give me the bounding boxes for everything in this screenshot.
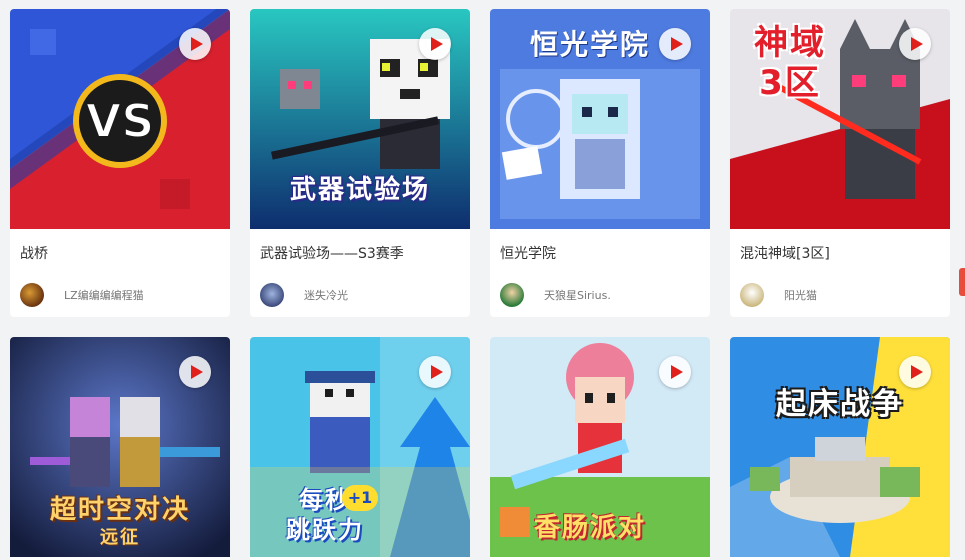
game-card-chaos-domain[interactable]: 神域 3区 混沌神域[3区] 阳光猫 [730, 9, 950, 317]
game-thumbnail[interactable]: 超时空对决 远征 [10, 337, 230, 557]
play-button[interactable] [419, 356, 451, 388]
game-card-jump-power[interactable]: 每秒 跳跃力 +1 [250, 337, 470, 560]
play-icon [671, 365, 683, 379]
play-icon [911, 37, 923, 51]
game-title[interactable]: 混沌神域[3区] [740, 243, 830, 263]
game-title[interactable]: 恒光学院 [500, 243, 556, 263]
play-button[interactable] [899, 28, 931, 60]
thumbnail-subtitle: 远征 [100, 527, 140, 548]
thumbnail-title: 武器试验场 [289, 175, 430, 205]
play-icon [431, 365, 443, 379]
author-info[interactable]: LZ编编编编程猫 [20, 283, 144, 307]
play-icon [191, 37, 203, 51]
avatar[interactable] [260, 283, 284, 307]
play-button[interactable] [659, 28, 691, 60]
author-name[interactable]: LZ编编编编程猫 [64, 287, 144, 303]
game-title[interactable]: 武器试验场——S3赛季 [260, 243, 404, 263]
avatar[interactable] [740, 283, 764, 307]
game-thumbnail[interactable]: 武器试验场 [250, 9, 470, 229]
play-icon [911, 365, 923, 379]
game-thumbnail[interactable]: 香肠派对 [490, 337, 710, 557]
svg-text:VS: VS [86, 94, 155, 148]
author-info[interactable]: 阳光猫 [740, 283, 817, 307]
avatar[interactable] [20, 283, 44, 307]
game-card-weapon-range[interactable]: 武器试验场 武器试验场——S3赛季 迷失冷光 [250, 9, 470, 317]
play-icon [671, 37, 683, 51]
author-name[interactable]: 迷失冷光 [304, 287, 348, 303]
game-card-sausage-party[interactable]: 香肠派对 [490, 337, 710, 560]
play-icon [431, 37, 443, 51]
game-thumbnail[interactable]: 恒光学院 [490, 9, 710, 229]
play-button[interactable] [659, 356, 691, 388]
author-info[interactable]: 迷失冷光 [260, 283, 348, 307]
game-thumbnail[interactable]: 起床战争 [730, 337, 950, 557]
author-info[interactable]: 天狼星Sirius. [500, 283, 611, 307]
play-icon [191, 365, 203, 379]
game-thumbnail[interactable]: VS [10, 9, 230, 229]
game-card-zhanqiao[interactable]: VS 战桥 LZ编编编编程猫 [10, 9, 230, 317]
game-thumbnail[interactable]: 每秒 跳跃力 +1 [250, 337, 470, 557]
play-button[interactable] [419, 28, 451, 60]
game-card-hengguang[interactable]: 恒光学院 恒光学院 天狼星Sirius. [490, 9, 710, 317]
game-card-bed-wars[interactable]: 起床战争 [730, 337, 950, 560]
game-title[interactable]: 战桥 [20, 243, 48, 263]
plus-one-badge: +1 [342, 485, 378, 511]
game-thumbnail[interactable]: 神域 3区 [730, 9, 950, 229]
play-button[interactable] [179, 28, 211, 60]
side-float-tab[interactable] [959, 268, 965, 296]
author-name[interactable]: 阳光猫 [784, 287, 817, 303]
thumbnail-title: 香肠派对 [533, 513, 646, 543]
play-button[interactable] [899, 356, 931, 388]
author-name[interactable]: 天狼星Sirius. [544, 287, 611, 303]
avatar[interactable] [500, 283, 524, 307]
play-button[interactable] [179, 356, 211, 388]
game-card-time-duel[interactable]: 超时空对决 远征 [10, 337, 230, 560]
thumbnail-title: 超时空对决 [49, 495, 190, 525]
